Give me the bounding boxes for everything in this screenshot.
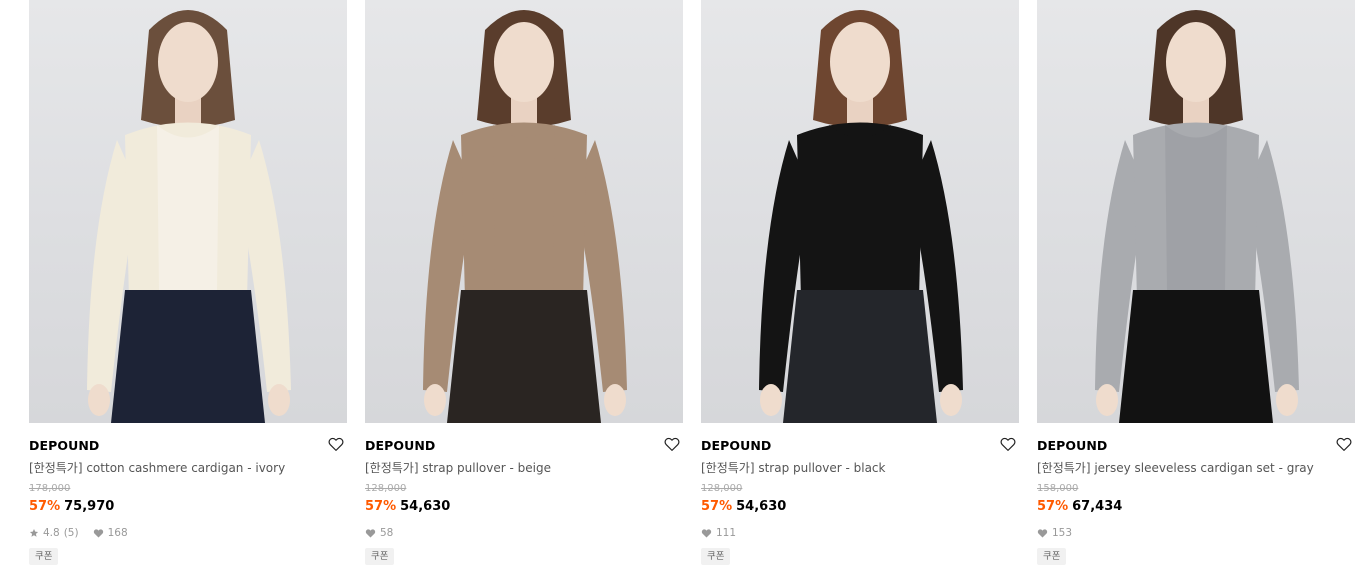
right-hand	[604, 384, 626, 416]
inner-garment	[829, 125, 891, 290]
like-count: 58	[380, 527, 394, 539]
heart-outline-icon	[1000, 437, 1016, 451]
coupon-badge: 쿠폰	[1037, 548, 1067, 565]
right-hand	[268, 384, 290, 416]
discount-rate: 57%	[365, 499, 397, 514]
sale-price: 54,630	[400, 499, 451, 514]
inner-garment	[1165, 125, 1227, 290]
bottom-garment	[1119, 290, 1273, 423]
brand-name[interactable]: DEPOUND	[701, 435, 1019, 457]
product-meta: 58	[365, 526, 683, 540]
model-figure	[423, 10, 627, 423]
price-row: 57% 54,630	[701, 498, 1019, 515]
review-count: (5)	[63, 527, 79, 539]
product-card[interactable]: DEPOUND [한정특가] cotton cashmere cardigan …	[29, 0, 347, 587]
inner-garment	[493, 125, 555, 290]
face	[494, 22, 554, 102]
discount-rate: 57%	[1037, 499, 1069, 514]
like-button[interactable]	[663, 435, 683, 455]
right-hand	[940, 384, 962, 416]
left-hand	[760, 384, 782, 416]
product-name[interactable]: [한정특가] cotton cashmere cardigan - ivory	[29, 459, 347, 477]
heart-outline-icon	[328, 437, 344, 451]
left-hand	[88, 384, 110, 416]
original-price: 128,000	[701, 483, 743, 494]
heart-icon	[1037, 529, 1048, 538]
heart-icon	[701, 529, 712, 538]
left-hand	[1096, 384, 1118, 416]
coupon-badge: 쿠폰	[29, 548, 59, 565]
bottom-garment	[111, 290, 265, 423]
product-name[interactable]: [한정특가] jersey sleeveless cardigan set - …	[1037, 459, 1355, 477]
like-button[interactable]	[327, 435, 347, 455]
discount-rate: 57%	[701, 499, 733, 514]
face	[830, 22, 890, 102]
like-count: 111	[716, 527, 737, 539]
heart-outline-icon	[664, 437, 680, 451]
star-icon	[29, 529, 39, 537]
model-figure	[759, 10, 963, 423]
bottom-garment	[447, 290, 601, 423]
like-count: 153	[1052, 527, 1073, 539]
product-image[interactable]	[1037, 0, 1355, 423]
price-row: 57% 54,630	[365, 498, 683, 515]
coupon-badge: 쿠폰	[365, 548, 395, 565]
coupon-badge: 쿠폰	[701, 548, 731, 565]
brand-name[interactable]: DEPOUND	[1037, 435, 1355, 457]
model-figure	[87, 10, 291, 423]
left-hand	[424, 384, 446, 416]
sale-price: 75,970	[64, 499, 115, 514]
product-image[interactable]	[365, 0, 683, 423]
product-meta: 4.8 (5) 168	[29, 526, 347, 540]
sale-price: 54,630	[736, 499, 787, 514]
product-name[interactable]: [한정특가] strap pullover - beige	[365, 459, 683, 477]
original-price: 178,000	[29, 483, 71, 494]
product-grid: DEPOUND [한정특가] cotton cashmere cardigan …	[0, 0, 1359, 587]
price-row: 57% 67,434	[1037, 498, 1355, 515]
face	[1166, 22, 1226, 102]
product-name[interactable]: [한정특가] strap pullover - black	[701, 459, 1019, 477]
price-row: 57% 75,970	[29, 498, 347, 515]
product-image[interactable]	[29, 0, 347, 423]
right-hand	[1276, 384, 1298, 416]
heart-icon	[93, 529, 103, 538]
model-figure	[1095, 10, 1299, 423]
product-card[interactable]: DEPOUND [한정특가] strap pullover - black 12…	[701, 0, 1019, 587]
discount-rate: 57%	[29, 499, 61, 514]
product-card[interactable]: DEPOUND [한정특가] strap pullover - beige 12…	[365, 0, 683, 587]
bottom-garment	[783, 290, 937, 423]
like-button[interactable]	[999, 435, 1019, 455]
face	[158, 22, 218, 102]
product-meta: 153	[1037, 526, 1355, 540]
like-count: 168	[107, 527, 128, 539]
brand-name[interactable]: DEPOUND	[29, 435, 347, 457]
like-button[interactable]	[1335, 435, 1355, 455]
product-image[interactable]	[701, 0, 1019, 423]
brand-name[interactable]: DEPOUND	[365, 435, 683, 457]
product-card[interactable]: DEPOUND [한정특가] jersey sleeveless cardiga…	[1037, 0, 1355, 587]
inner-garment	[157, 125, 219, 290]
heart-outline-icon	[1336, 437, 1352, 451]
product-meta: 111	[701, 526, 1019, 540]
rating-value: 4.8	[43, 527, 60, 539]
original-price: 128,000	[365, 483, 407, 494]
heart-icon	[365, 529, 376, 538]
original-price: 158,000	[1037, 483, 1079, 494]
sale-price: 67,434	[1072, 499, 1123, 514]
